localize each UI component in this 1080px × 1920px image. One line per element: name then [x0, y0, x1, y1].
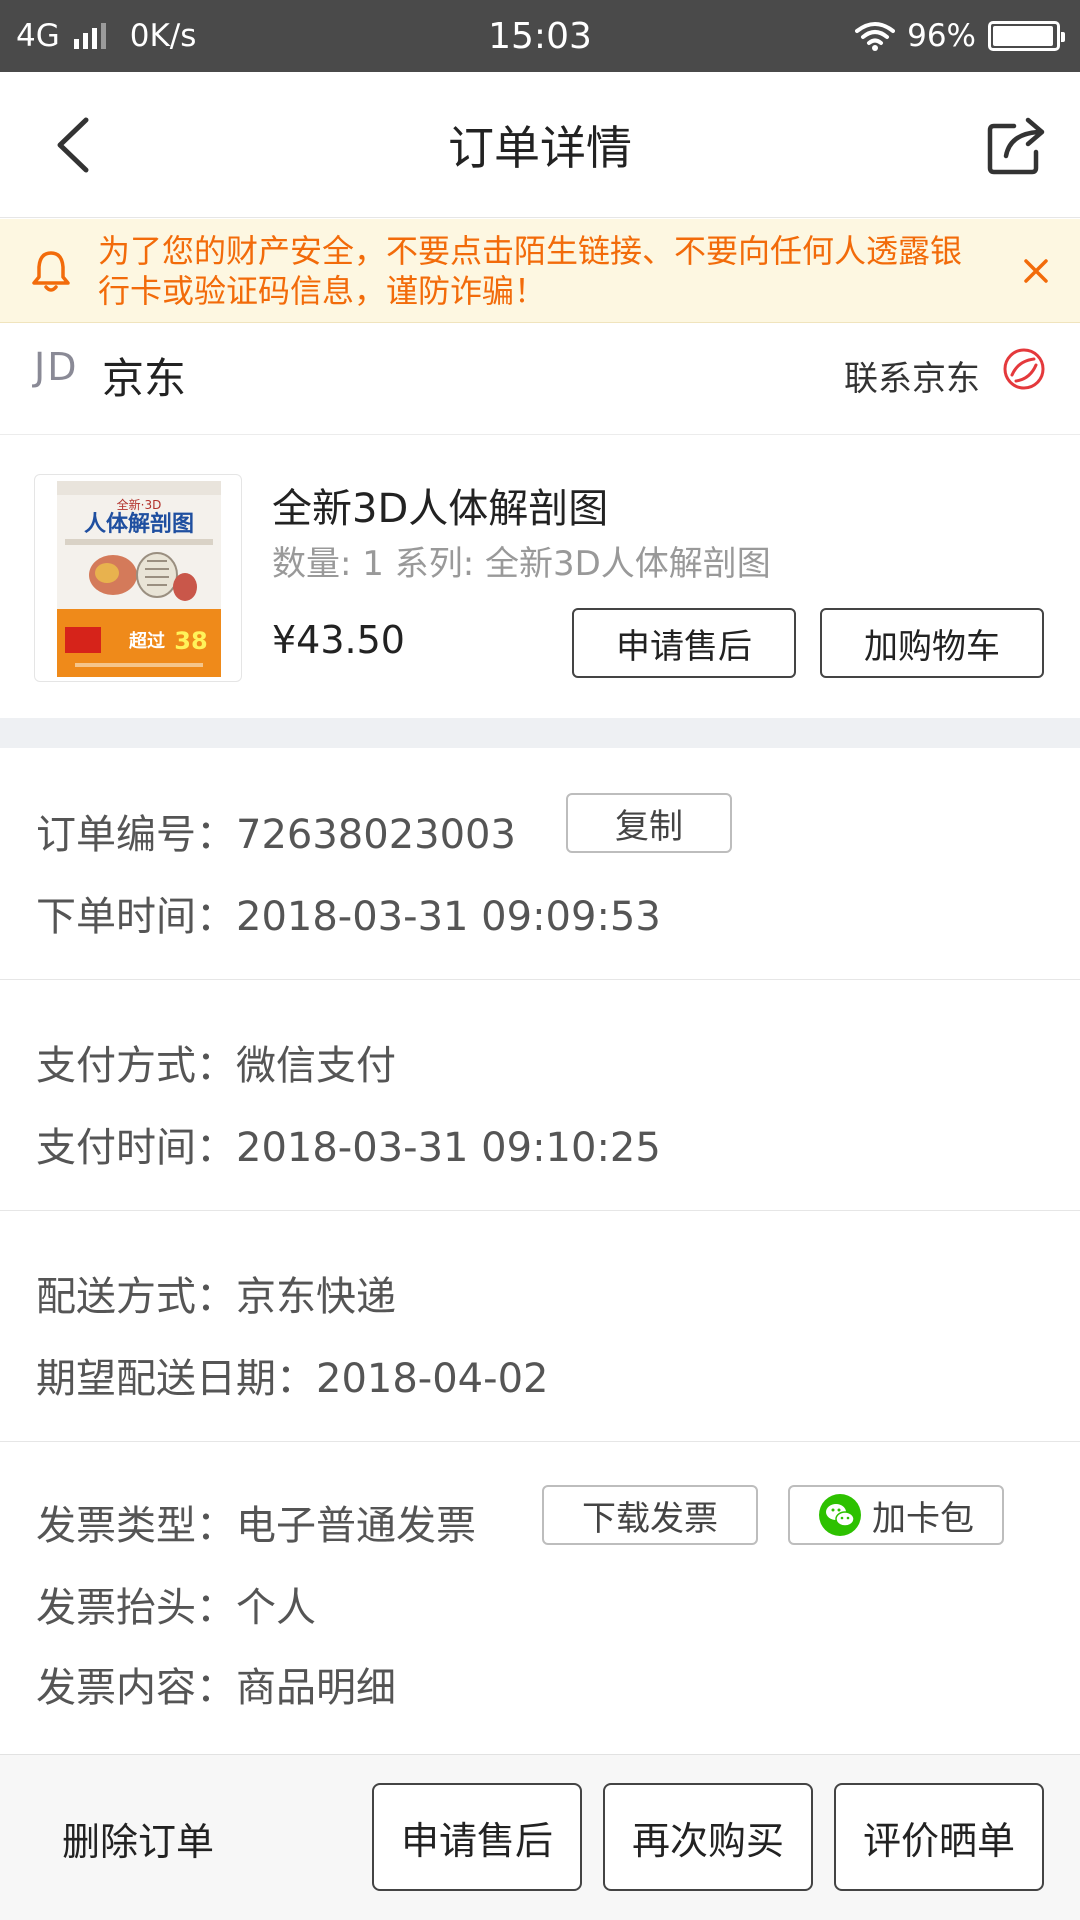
battery-percent: 96% [907, 18, 976, 54]
product-meta: 数量: 1 系列: 全新3D人体解剖图 [272, 544, 771, 584]
cover-badge-number: 38 [174, 627, 207, 655]
wifi-icon [855, 22, 896, 51]
payment-time-row: 支付时间：2018-03-31 09:10:25 [36, 1115, 661, 1173]
payment-method-value: 微信支付 [236, 1043, 396, 1089]
order-info-section: 订单编号：72638023003 复制 下单时间：2018-03-31 09:0… [0, 748, 1080, 980]
security-notice: 为了您的财产安全，不要点击陌生链接、不要向任何人透露银行卡或验证码信息，谨防诈骗… [0, 219, 1080, 323]
invoice-info-section: 发票类型：电子普通发票 下载发票 加卡包 发票抬头：个人 发票内容：商品明细 [0, 1443, 1080, 1755]
download-invoice-button[interactable]: 下载发票 [542, 1485, 758, 1545]
payment-method-row: 支付方式：微信支付 [36, 1033, 396, 1091]
delivery-method-label: 配送方式： [36, 1274, 236, 1320]
product-image[interactable]: 全新·3D 人体解剖图 超过 38 [34, 474, 242, 682]
customer-service-icon[interactable] [1000, 345, 1048, 393]
invoice-title-label: 发票抬头： [36, 1585, 236, 1631]
status-bar: 4G 0K/s 15:03 96% [0, 0, 1080, 72]
payment-time-value: 2018-03-31 09:10:25 [236, 1125, 661, 1171]
battery-icon [988, 21, 1065, 51]
buy-again-button[interactable]: 再次购买 [603, 1783, 813, 1891]
product-after-sale-button[interactable]: 申请售后 [572, 608, 796, 678]
add-to-card-wallet-label: 加卡包 [872, 1498, 974, 1539]
contact-store-link[interactable]: 联系京东 [844, 351, 980, 400]
section-divider [0, 718, 1080, 748]
book-cover-image: 全新·3D 人体解剖图 超过 38 [57, 481, 221, 677]
order-time-value: 2018-03-31 09:09:53 [236, 894, 661, 940]
invoice-content-row: 发票内容：商品明细 [36, 1655, 396, 1713]
invoice-content-label: 发票内容： [36, 1665, 236, 1711]
invoice-type-row: 发票类型：电子普通发票 [36, 1493, 476, 1551]
add-to-cart-button[interactable]: 加购物车 [820, 608, 1044, 678]
payment-time-label: 支付时间： [36, 1125, 236, 1171]
invoice-title-row: 发票抬头：个人 [36, 1575, 316, 1633]
share-icon[interactable] [984, 112, 1050, 178]
review-button[interactable]: 评价晒单 [834, 1783, 1044, 1891]
cover-title: 人体解剖图 [84, 511, 194, 537]
copy-button[interactable]: 复制 [566, 793, 732, 853]
delivery-info-section: 配送方式：京东快递 期望配送日期：2018-04-02 [0, 1212, 1080, 1442]
delivery-date-value: 2018-04-02 [316, 1356, 549, 1402]
delivery-method-row: 配送方式：京东快递 [36, 1264, 396, 1322]
cover-top-line: 全新·3D [117, 497, 162, 512]
delivery-method-value: 京东快递 [236, 1274, 396, 1320]
store-logo: JD [34, 345, 79, 389]
invoice-type-label: 发票类型： [36, 1503, 236, 1549]
invoice-title-value: 个人 [236, 1585, 316, 1631]
delivery-date-row: 期望配送日期：2018-04-02 [36, 1346, 548, 1404]
payment-info-section: 支付方式：微信支付 支付时间：2018-03-31 09:10:25 [0, 981, 1080, 1211]
cover-badge-text: 超过 [129, 630, 165, 652]
bottom-action-bar: 删除订单 申请售后 再次购买 评价晒单 [0, 1754, 1080, 1920]
after-sale-button[interactable]: 申请售后 [372, 1783, 582, 1891]
product-name[interactable]: 全新3D人体解剖图 [272, 476, 608, 534]
order-number-label: 订单编号： [36, 812, 236, 858]
delete-order-button[interactable]: 删除订单 [62, 1811, 214, 1866]
invoice-type-value: 电子普通发票 [236, 1503, 476, 1549]
payment-method-label: 支付方式： [36, 1043, 236, 1089]
invoice-content-value: 商品明细 [236, 1665, 396, 1711]
store-name[interactable]: 京东 [102, 345, 186, 406]
top-nav-bar: 订单详情 [0, 72, 1080, 218]
order-time-row: 下单时间：2018-03-31 09:09:53 [36, 884, 661, 942]
product-price: ¥43.50 [272, 618, 405, 662]
order-number-value: 72638023003 [236, 812, 516, 858]
page-title: 订单详情 [448, 121, 632, 175]
order-number-row: 订单编号：72638023003 [36, 802, 516, 860]
close-icon[interactable] [1016, 249, 1056, 293]
add-to-card-wallet-button[interactable]: 加卡包 [788, 1485, 1004, 1545]
wechat-icon [819, 1494, 861, 1536]
notice-text: 为了您的财产安全，不要点击陌生链接、不要向任何人透露银行卡或验证码信息，谨防诈骗… [98, 232, 963, 310]
delivery-date-label: 期望配送日期： [36, 1356, 316, 1402]
store-row: JD 京东 联系京东 [0, 323, 1080, 435]
bell-icon [32, 251, 70, 292]
product-card[interactable]: 全新·3D 人体解剖图 超过 38 全新3D人体解剖图 数量: 1 系列: 全新… [0, 436, 1080, 718]
order-time-label: 下单时间： [36, 894, 236, 940]
